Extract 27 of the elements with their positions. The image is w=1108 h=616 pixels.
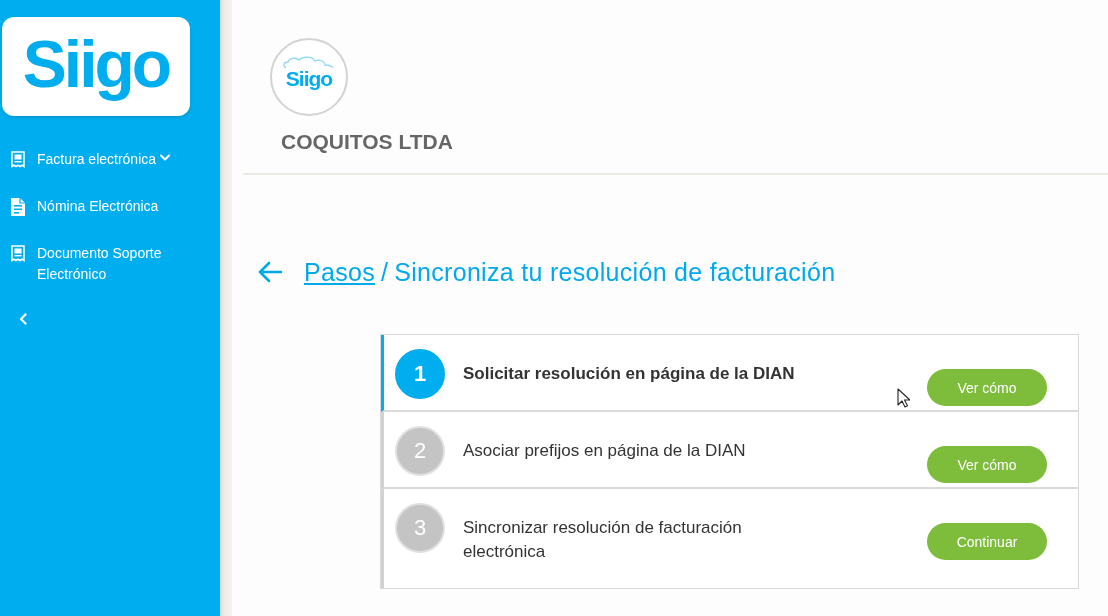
nav-item[interactable]: Nómina Electrónica bbox=[0, 196, 190, 243]
document-icon bbox=[11, 198, 25, 216]
breadcrumb-current: Sincroniza tu resolución de facturación bbox=[394, 257, 836, 287]
step-button[interactable]: Continuar bbox=[927, 523, 1047, 560]
logo-wordmark: Siigo bbox=[22, 30, 170, 103]
breadcrumb-separator: / bbox=[381, 257, 389, 287]
company-logo-wordmark: Siigo bbox=[285, 68, 333, 90]
back-button[interactable] bbox=[258, 261, 282, 283]
step-label: Asociar prefijos en página de la DIAN bbox=[463, 440, 747, 462]
step-button[interactable]: Ver cómo bbox=[927, 369, 1047, 406]
arrow-left-icon bbox=[258, 261, 282, 283]
receipt-icon bbox=[11, 151, 25, 168]
nav-item[interactable]: Documento Soporte Electrónico bbox=[0, 243, 190, 290]
breadcrumb-link[interactable]: Pasos bbox=[304, 257, 375, 287]
step-label: Solicitar resolución en página de la DIAN bbox=[463, 363, 796, 385]
cloud-icon bbox=[283, 56, 335, 68]
step-button[interactable]: Ver cómo bbox=[927, 446, 1047, 483]
step-number: 3 bbox=[395, 503, 445, 553]
mouse-pointer-icon bbox=[897, 388, 910, 408]
collapse-button[interactable] bbox=[18, 312, 28, 326]
receipt-icon bbox=[11, 245, 25, 262]
step-number: 2 bbox=[395, 426, 445, 476]
step-number: 1 bbox=[395, 349, 445, 399]
company-name: COQUITOS LTDA bbox=[281, 130, 453, 154]
nav-item[interactable]: Factura electrónica bbox=[0, 149, 190, 196]
chevron-left-icon bbox=[19, 313, 27, 325]
step-label: Sincronizar resolución de facturación electrónica bbox=[463, 517, 743, 563]
